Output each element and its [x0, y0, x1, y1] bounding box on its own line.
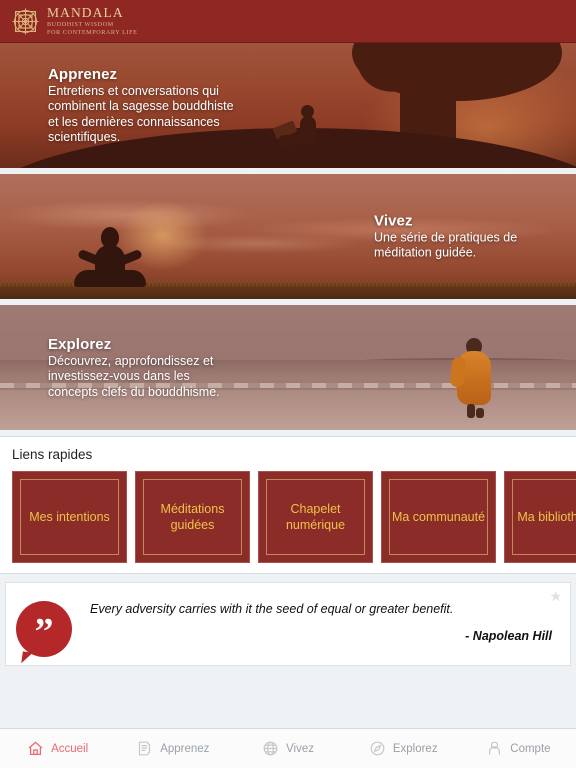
- app-root: MANDALA BUDDHIST WISDOM FOR CONTEMPORARY…: [0, 0, 576, 768]
- content-scroll[interactable]: Apprenez Entretiens et conversations qui…: [0, 43, 576, 728]
- quote-author: - Napolean Hill: [465, 629, 552, 643]
- app-header: MANDALA BUDDHIST WISDOM FOR CONTEMPORARY…: [0, 0, 576, 43]
- mandala-icon: [10, 6, 41, 37]
- banner-explorez-copy: Explorez Découvrez, approfondissez et in…: [48, 335, 223, 400]
- quick-links-tiles[interactable]: Mes intentions Méditations guidées Chape…: [0, 471, 576, 563]
- quick-link-chapelet-numerique[interactable]: Chapelet numérique: [258, 471, 373, 563]
- banner-vivez-title: Vivez: [374, 212, 413, 229]
- quick-link-label: Méditations guidées: [160, 502, 225, 532]
- tab-accueil[interactable]: Accueil: [0, 740, 115, 757]
- tab-explorez[interactable]: Explorez: [346, 740, 461, 757]
- quote-section: ” Every adversity carries with it the se…: [0, 574, 576, 666]
- brand-name: MANDALA: [47, 5, 124, 21]
- tab-label: Explorez: [392, 742, 438, 755]
- banner-vivez-description: Une série de pratiques de méditation gui…: [374, 230, 518, 260]
- banner-apprenez-title: Apprenez: [48, 65, 118, 83]
- quick-link-label: Ma bibliothèque: [517, 510, 576, 524]
- banner-vivez-copy: Vivez Une série de pratiques de méditati…: [374, 212, 564, 261]
- quick-links-panel: Liens rapides Mes intentions Méditations…: [0, 436, 576, 574]
- quote-body: Every adversity carries with it the seed…: [72, 597, 558, 643]
- quick-link-label: Ma communauté: [391, 510, 486, 524]
- globe-icon: [262, 740, 279, 757]
- banner-vivez[interactable]: Vivez Une série de pratiques de méditati…: [0, 174, 576, 299]
- quick-link-label: Chapelet numérique: [285, 502, 346, 532]
- bottom-tab-bar: Accueil Apprenez Vivez Explorez Compte: [0, 728, 576, 768]
- quick-link-mes-intentions[interactable]: Mes intentions: [12, 471, 127, 563]
- home-icon: [27, 740, 44, 757]
- tab-label: Compte: [510, 742, 551, 755]
- compass-icon: [369, 740, 386, 757]
- banner-explorez[interactable]: Explorez Découvrez, approfondissez et in…: [0, 305, 576, 430]
- quote-bubble-icon: ”: [16, 601, 72, 657]
- document-icon: [136, 740, 153, 757]
- tab-label: Vivez: [286, 742, 314, 755]
- quick-link-ma-bibliotheque[interactable]: Ma bibliothèque: [504, 471, 576, 563]
- quick-links-title: Liens rapides: [12, 447, 93, 462]
- tab-vivez[interactable]: Vivez: [230, 740, 345, 757]
- brand-logo[interactable]: MANDALA BUDDHIST WISDOM FOR CONTEMPORARY…: [10, 6, 137, 37]
- star-icon[interactable]: ★: [549, 589, 562, 603]
- quick-link-ma-communaute[interactable]: Ma communauté: [381, 471, 496, 563]
- tab-compte[interactable]: Compte: [461, 740, 576, 757]
- banner-explorez-description: Découvrez, approfondissez et investissez…: [48, 353, 220, 399]
- brand-text: MANDALA BUDDHIST WISDOM FOR CONTEMPORARY…: [47, 6, 137, 35]
- tab-apprenez[interactable]: Apprenez: [115, 740, 230, 757]
- banner-apprenez[interactable]: Apprenez Entretiens et conversations qui…: [0, 43, 576, 168]
- tab-label: Apprenez: [160, 742, 210, 755]
- quote-card[interactable]: ” Every adversity carries with it the se…: [5, 582, 571, 666]
- banner-explorez-title: Explorez: [48, 335, 112, 353]
- quote-marks: ”: [34, 611, 54, 653]
- quick-link-meditations-guidees[interactable]: Méditations guidées: [135, 471, 250, 563]
- banner-apprenez-description: Entretiens et conversations qui combinen…: [48, 83, 234, 145]
- brand-tagline-2: FOR CONTEMPORARY LIFE: [47, 28, 138, 36]
- banner-apprenez-copy: Apprenez Entretiens et conversations qui…: [48, 66, 238, 146]
- tab-label: Accueil: [51, 742, 89, 755]
- quote-text: Every adversity carries with it the seed…: [90, 602, 454, 616]
- person-icon: [486, 740, 503, 757]
- brand-tagline-1: BUDDHIST WISDOM: [47, 20, 114, 28]
- quick-link-label: Mes intentions: [29, 510, 110, 524]
